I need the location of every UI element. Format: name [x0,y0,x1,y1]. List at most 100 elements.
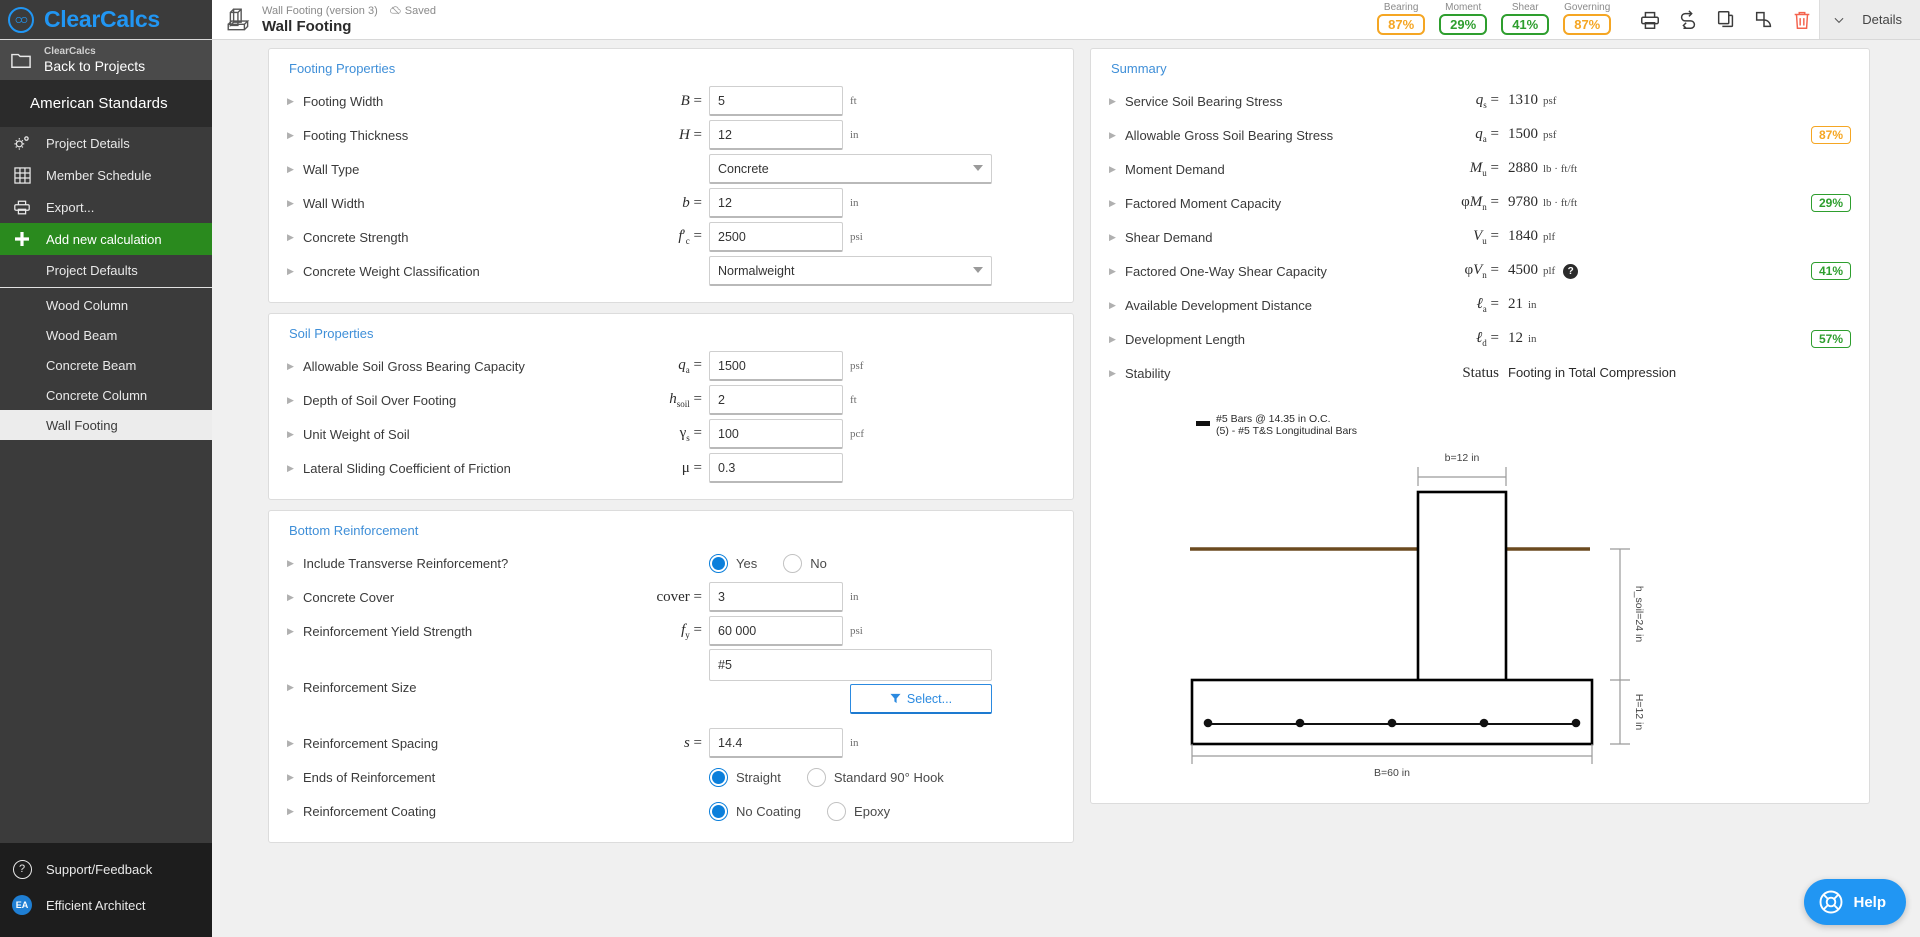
swap-arrows-icon[interactable] [1677,9,1699,31]
sidebar-item-wall-footing[interactable]: Wall Footing [0,410,212,440]
plus-icon [12,230,32,248]
sidebar-item-member-schedule[interactable]: Member Schedule [0,159,212,191]
field-label: ▶ Wall Type [287,162,647,177]
sidebar-back-to-projects[interactable]: ClearCalcs Back to Projects [0,40,212,80]
expand-caret-icon[interactable]: ▶ [1109,232,1117,242]
concrete-cover-input[interactable] [709,582,843,612]
expand-caret-icon[interactable]: ▶ [287,738,295,748]
sidebar-item-export[interactable]: Export... [0,191,212,223]
sidebar-item-wood-beam[interactable]: Wood Beam [0,320,212,350]
expand-caret-icon[interactable]: ▶ [1109,198,1117,208]
concrete-strength-input[interactable] [709,222,843,252]
expand-caret-icon[interactable]: ▶ [1109,368,1117,378]
sidebar-item-add-new-calculation[interactable]: Add new calculation [0,223,212,255]
label-text: Moment Demand [1125,161,1225,177]
expand-caret-icon[interactable]: ▶ [1109,96,1117,106]
sidebar-item-account[interactable]: EA Efficient Architect [0,887,212,923]
print-icon[interactable] [1639,9,1661,31]
label-text: Concrete Strength [303,229,409,245]
expand-caret-icon[interactable]: ▶ [287,682,295,692]
radio-label: Yes [736,555,758,571]
footing-width-input[interactable] [709,86,843,116]
expand-caret-icon[interactable]: ▶ [1109,266,1117,276]
expand-caret-icon[interactable]: ▶ [287,130,295,140]
field-unit: in [850,737,859,749]
expand-caret-icon[interactable]: ▶ [287,164,295,174]
expand-caret-icon[interactable]: ▶ [1109,130,1117,140]
expand-caret-icon[interactable]: ▶ [287,96,295,106]
wall-type-select-wrap [709,154,992,184]
reinforcement-size-input[interactable] [709,649,992,681]
reinforcement-yield-strength-input[interactable] [709,616,843,646]
ratio-value: 41% [1501,14,1550,35]
document-title-block: Wall Footing (version 3) Saved Wall Foot… [262,5,436,35]
footing-thickness-input[interactable] [709,120,843,150]
expand-caret-icon[interactable]: ▶ [287,361,295,371]
field-unit: psf [850,360,864,372]
radio-ends-straight[interactable]: Straight [709,767,781,787]
friction-coefficient-input[interactable] [709,453,843,483]
summary-number: 2880 [1508,160,1538,176]
expand-caret-icon[interactable]: ▶ [1109,164,1117,174]
wall-type-select[interactable] [709,154,992,184]
sidebar-item-project-details[interactable]: Project Details [0,127,212,159]
radio-transverse-no[interactable]: No [783,553,827,573]
label-text: Factored One-Way Shear Capacity [1125,263,1327,279]
trash-icon[interactable] [1791,9,1813,31]
expand-caret-icon[interactable]: ▶ [1109,300,1117,310]
wall-width-dimension-line [1417,467,1507,486]
expand-caret-icon[interactable]: ▶ [287,592,295,602]
expand-caret-icon[interactable]: ▶ [287,558,295,568]
concrete-weight-select-wrap [709,256,992,286]
expand-caret-icon[interactable]: ▶ [287,806,295,816]
unit-weight-of-soil-input[interactable] [709,419,843,449]
expand-caret-icon[interactable]: ▶ [287,626,295,636]
field-label: ▶ Include Transverse Reinforcement? [287,556,647,571]
expand-caret-icon[interactable]: ▶ [287,198,295,208]
legend-line-2: (5) - #5 T&S Longitudinal Bars [1216,425,1357,437]
sidebar-item-label: Concrete Column [46,387,148,403]
expand-caret-icon[interactable]: ▶ [287,266,295,276]
details-tab[interactable]: Details [1819,0,1920,39]
question-circle-icon: ? [12,859,32,879]
document-version: Wall Footing (version 3) [262,4,378,17]
document-meta: Wall Footing (version 3) Saved [262,5,436,17]
duplicate-shapes-icon[interactable] [1753,9,1775,31]
chevron-down-icon[interactable] [1832,13,1846,27]
summary-value: Vu = 1840 plf [1419,228,1835,246]
wall-width-input[interactable] [709,188,843,218]
reinforcement-size-select-button[interactable]: Select... [850,684,992,714]
top-bar: ထ ClearCalcs Wall Footing (version 3) Sa… [0,0,1920,40]
field-label: ▶ Allowable Soil Gross Bearing Capacity [287,359,647,374]
expand-caret-icon[interactable]: ▶ [287,232,295,242]
expand-caret-icon[interactable]: ▶ [287,395,295,405]
label-text: Factored Moment Capacity [1125,195,1282,211]
summary-unit: psf [1543,129,1557,141]
expand-caret-icon[interactable]: ▶ [287,772,295,782]
label-text: Allowable Soil Gross Bearing Capacity [303,358,525,374]
brand-logo[interactable]: ထ ClearCalcs [0,0,212,39]
label-text: Development Length [1125,331,1245,347]
sidebar-item-project-defaults[interactable]: Project Defaults [0,255,212,285]
expand-caret-icon[interactable]: ▶ [1109,334,1117,344]
depth-of-soil-input[interactable] [709,385,843,415]
reinforcement-spacing-input[interactable] [709,728,843,758]
expand-caret-icon[interactable]: ▶ [287,463,295,473]
radio-transverse-yes[interactable]: Yes [709,553,758,573]
sidebar-item-concrete-column[interactable]: Concrete Column [0,380,212,410]
summary-unit: lb · ft/ft [1543,163,1578,175]
help-button[interactable]: Help [1804,879,1906,925]
radio-ends-hook[interactable]: Standard 90° Hook [806,767,944,787]
copy-icon[interactable] [1715,9,1737,31]
radio-coating-none[interactable]: No Coating [709,801,801,821]
expand-caret-icon[interactable]: ▶ [287,429,295,439]
radio-coating-epoxy[interactable]: Epoxy [827,801,890,821]
help-info-icon[interactable]: ? [1563,263,1579,279]
concrete-weight-select[interactable] [709,256,992,286]
sidebar-item-support-feedback[interactable]: ? Support/Feedback [0,851,212,887]
allowable-soil-bearing-input[interactable] [709,351,843,381]
sidebar-item-concrete-beam[interactable]: Concrete Beam [0,350,212,380]
summary-label: ▶ Factored Moment Capacity [1109,196,1419,211]
brand-name: ClearCalcs [44,6,160,32]
sidebar-item-wood-column[interactable]: Wood Column [0,290,212,320]
